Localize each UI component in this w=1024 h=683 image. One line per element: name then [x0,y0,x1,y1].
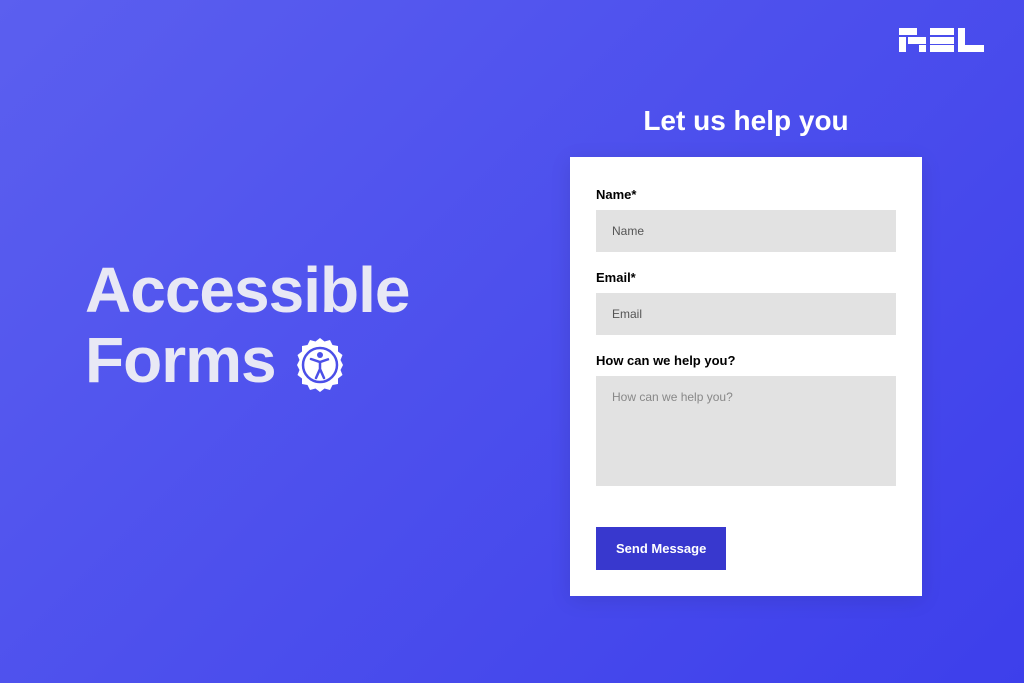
form-card: Name* Email* How can we help you? Send M… [570,157,922,596]
name-label: Name* [596,187,896,202]
email-input[interactable] [596,293,896,335]
name-input[interactable] [596,210,896,252]
email-field-group: Email* [596,270,896,335]
message-label: How can we help you? [596,353,896,368]
send-message-button[interactable]: Send Message [596,527,726,570]
hero-title: Accessible Forms [85,255,409,396]
form-heading: Let us help you [570,105,922,137]
message-textarea[interactable] [596,376,896,486]
accessibility-badge-icon [291,336,349,394]
brand-logo [899,28,984,57]
hero-title-line2: Forms [85,325,276,395]
hero-title-line1: Accessible [85,255,409,325]
contact-form-section: Let us help you Name* Email* How can we … [570,105,922,596]
email-label: Email* [596,270,896,285]
message-field-group: How can we help you? [596,353,896,491]
name-field-group: Name* [596,187,896,252]
